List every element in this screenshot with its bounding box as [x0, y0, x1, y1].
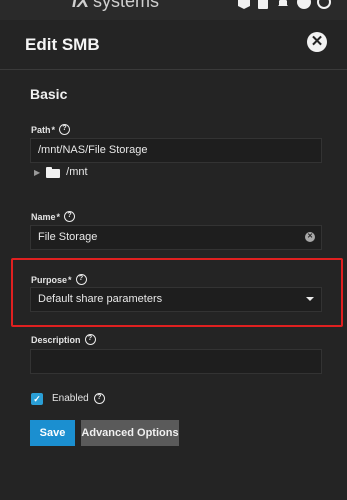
description-input[interactable] [30, 349, 322, 374]
name-input[interactable]: File Storage [30, 225, 322, 250]
bell-icon[interactable] [275, 0, 291, 10]
enabled-label-text: Enabled [52, 393, 89, 404]
purpose-label: Purpose * ? [31, 274, 87, 285]
cube-icon[interactable] [236, 0, 252, 10]
help-icon[interactable]: ? [93, 393, 105, 404]
brand-text: systems [93, 0, 160, 11]
save-button[interactable]: Save [30, 420, 75, 446]
folder-icon [46, 167, 61, 178]
clear-icon[interactable]: ✕ [305, 232, 315, 242]
path-label: Path * ? [31, 124, 71, 135]
tree-node-label: /mnt [66, 166, 88, 178]
path-label-text: Path [31, 124, 51, 135]
top-bar: iX systems [0, 0, 347, 20]
brand-mark: iX [72, 0, 90, 11]
description-label: Description ? [31, 334, 96, 345]
path-input[interactable]: /mnt/NAS/File Storage [30, 138, 322, 163]
section-title-basic: Basic [30, 86, 68, 102]
clipboard-icon[interactable] [255, 0, 271, 10]
chevron-down-icon[interactable] [306, 297, 314, 301]
help-icon[interactable]: ? [64, 211, 76, 222]
path-required-mark: * [51, 124, 56, 135]
advanced-options-button[interactable]: Advanced Options [81, 420, 179, 446]
purpose-select[interactable]: Default share parameters [30, 287, 322, 312]
dialog-title: Edit SMB [25, 35, 100, 54]
name-label: Name * ? [31, 211, 76, 222]
brand-logo: iX systems [72, 0, 159, 12]
help-icon[interactable]: ? [75, 274, 87, 285]
name-required-mark: * [56, 211, 61, 222]
close-icon[interactable]: ✕ [307, 32, 327, 52]
enabled-label: Enabled ? [52, 393, 105, 404]
purpose-required-mark: * [68, 274, 72, 285]
expand-arrow-icon[interactable]: ▶ [34, 168, 40, 177]
description-label-text: Description [31, 334, 81, 345]
help-icon[interactable]: ? [59, 124, 71, 135]
purpose-label-text: Purpose [31, 274, 68, 285]
enabled-checkbox[interactable]: ✓ [31, 393, 43, 405]
name-label-text: Name [31, 211, 56, 222]
path-tree-node[interactable]: ▶ /mnt [34, 166, 88, 178]
dialog-header: Edit SMB ✕ [0, 20, 347, 70]
account-icon[interactable] [296, 0, 312, 10]
help-icon[interactable]: ? [84, 334, 96, 345]
power-icon[interactable] [316, 0, 332, 10]
